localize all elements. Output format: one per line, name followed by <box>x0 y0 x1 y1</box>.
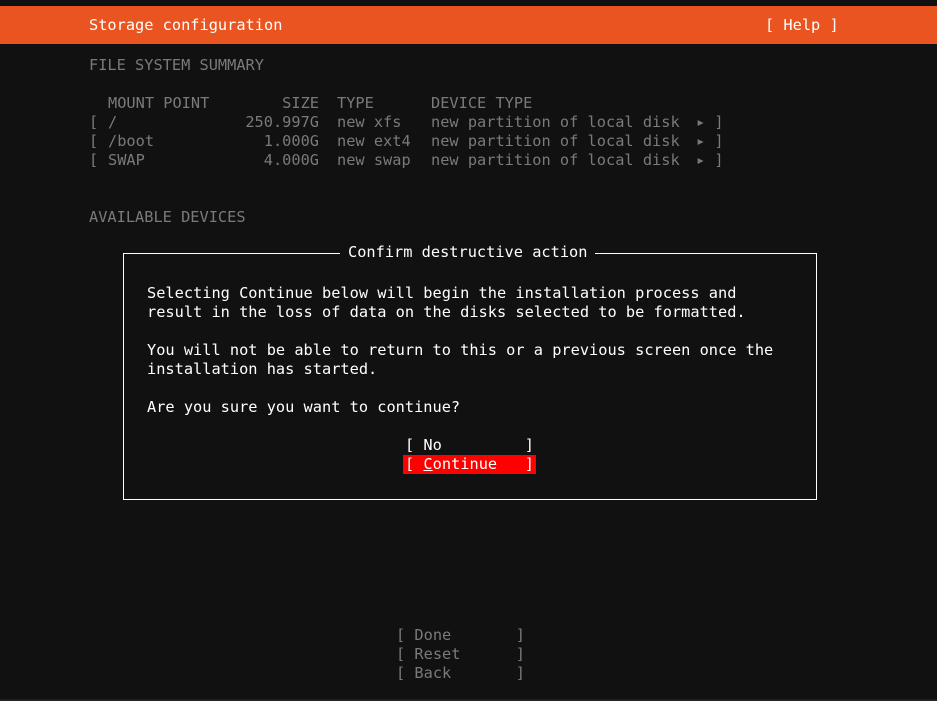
available-devices-label: AVAILABLE DEVICES <box>89 208 246 226</box>
file-system-summary-label: FILE SYSTEM SUMMARY <box>89 56 264 74</box>
column-header-type: TYPE <box>337 94 374 112</box>
table-row[interactable]: [ / 250.997G new xfs new partition of lo… <box>89 113 749 132</box>
row-size: 250.997G <box>245 113 319 131</box>
dialog-title: Confirm destructive action <box>340 243 596 262</box>
row-type: new xfs <box>337 113 402 131</box>
reset-button[interactable]: [ Reset ] <box>396 645 525 664</box>
row-type: new ext4 <box>337 132 411 150</box>
column-header-size: SIZE <box>282 94 319 112</box>
row-mount-point: SWAP <box>108 151 145 169</box>
continue-button[interactable]: [ Continue ] <box>403 455 536 474</box>
row-type: new swap <box>337 151 411 169</box>
row-device-type: new partition of local disk <box>431 113 680 131</box>
row-expand-arrow: ▸ ] <box>696 113 724 131</box>
row-device-type: new partition of local disk <box>431 132 680 150</box>
table-row[interactable]: [ /boot 1.000G new ext4 new partition of… <box>89 132 749 151</box>
table-row[interactable]: [ SWAP 4.000G new swap new partition of … <box>89 151 749 170</box>
continue-button-label: ontinue ] <box>432 455 534 473</box>
help-button[interactable]: [ Help ] <box>765 16 839 35</box>
table-header-row: MOUNT POINT SIZE TYPE DEVICE TYPE <box>89 94 749 113</box>
done-button[interactable]: [ Done ] <box>396 626 525 645</box>
no-button[interactable]: [ No ] <box>405 436 534 455</box>
row-size: 4.000G <box>263 151 319 169</box>
back-button[interactable]: [ Back ] <box>396 664 525 683</box>
dialog-text-line: You will not be able to return to this o… <box>147 341 774 359</box>
continue-hotkey: C <box>423 455 433 473</box>
row-mount-point: /boot <box>108 132 155 150</box>
dialog-question: Are you sure you want to continue? <box>147 398 461 416</box>
dialog-text-line: Selecting Continue below will begin the … <box>147 284 737 302</box>
row-mount-point: / <box>108 113 118 131</box>
row-open-bracket: [ <box>89 113 99 131</box>
file-system-table: MOUNT POINT SIZE TYPE DEVICE TYPE [ / 25… <box>89 94 749 170</box>
confirm-dialog: Confirm destructive action Selecting Con… <box>123 243 817 500</box>
row-size: 1.000G <box>263 132 319 150</box>
page-title: Storage configuration <box>89 16 283 34</box>
row-open-bracket: [ <box>89 151 99 169</box>
dialog-text-line: installation has started. <box>147 360 378 378</box>
row-device-type: new partition of local disk <box>431 151 680 169</box>
row-expand-arrow: ▸ ] <box>696 132 724 150</box>
continue-button-open: [ <box>405 455 424 473</box>
row-open-bracket: [ <box>89 132 99 150</box>
column-header-device-type: DEVICE TYPE <box>431 94 533 112</box>
column-header-mount-point: MOUNT POINT <box>108 94 210 112</box>
header-bar: Storage configuration [ Help ] <box>0 6 937 44</box>
dialog-text-line: result in the loss of data on the disks … <box>147 303 746 321</box>
row-expand-arrow: ▸ ] <box>696 151 724 169</box>
